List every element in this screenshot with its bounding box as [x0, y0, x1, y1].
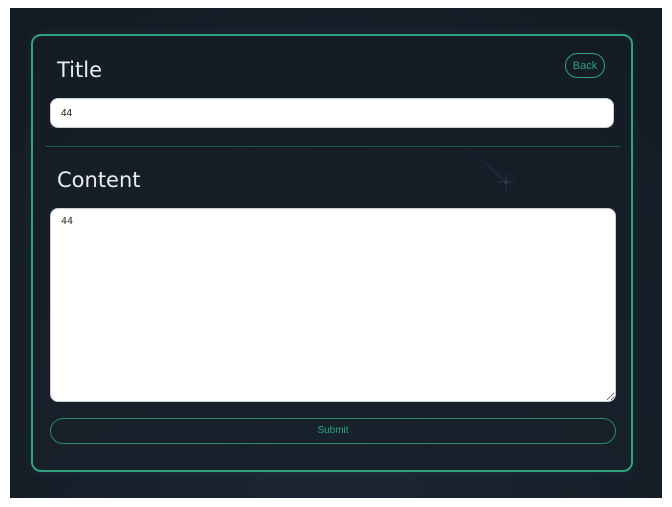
back-button[interactable]: Back [565, 53, 605, 78]
section-divider [46, 146, 620, 147]
content-label: Content [57, 168, 141, 192]
page-background: Title Back Content 44 Submit [10, 8, 662, 498]
content-textarea[interactable]: 44 [50, 208, 616, 402]
title-input[interactable] [50, 98, 614, 128]
edit-form-card: Title Back Content 44 Submit [31, 34, 633, 472]
title-label: Title [57, 58, 103, 82]
submit-button[interactable]: Submit [50, 418, 616, 444]
